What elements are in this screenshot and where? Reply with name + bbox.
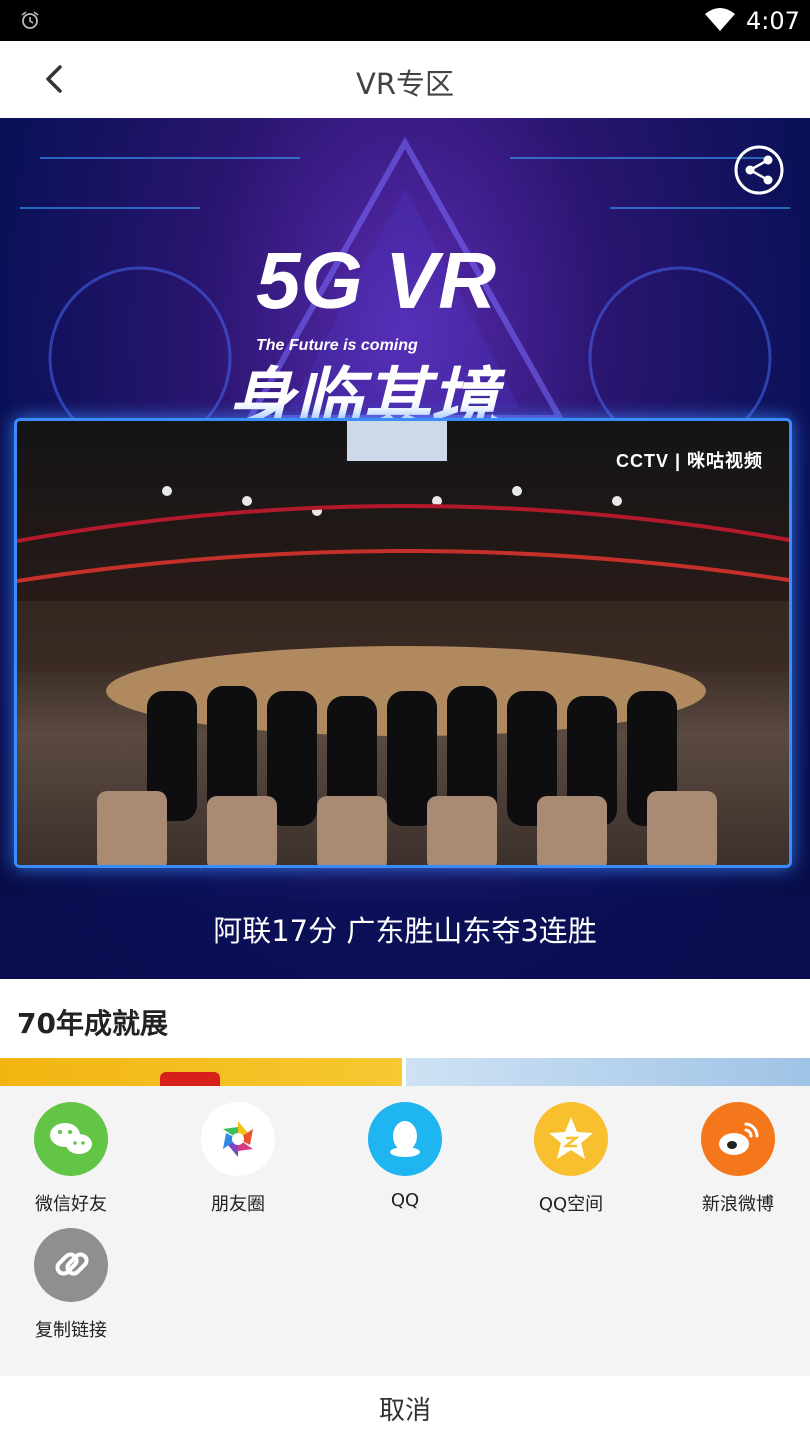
wechat-icon	[34, 1102, 108, 1176]
cancel-bar: 取消	[0, 1376, 810, 1440]
moments-icon	[201, 1102, 275, 1176]
share-label: QQ	[390, 1190, 420, 1211]
section-title: 70年成就展	[17, 1007, 168, 1040]
qzone-icon	[534, 1102, 608, 1176]
status-time: 4:07	[746, 7, 800, 35]
banner-title-art: 5G VR The Future is coming 身临其境	[216, 178, 596, 440]
share-sheet: 微信好友 朋友圈 QQ QQ空间 新浪微博 复制链接	[0, 1086, 810, 1376]
video-watermark: CCTV | 咪咕视频	[615, 451, 763, 471]
tagline-text: The Future is coming	[256, 337, 418, 354]
nav-bar: VR专区	[0, 41, 810, 118]
alarm-icon	[21, 11, 39, 29]
brand-line-text: 5G VR	[256, 236, 496, 325]
banner-caption: 阿联17分 广东胜山东夺3连胜	[213, 914, 597, 948]
share-label: 微信好友	[35, 1194, 107, 1215]
share-icon[interactable]	[733, 144, 785, 196]
share-weibo-button[interactable]: 新浪微博	[668, 1102, 808, 1216]
share-label: 朋友圈	[211, 1194, 265, 1215]
page-title: VR专区	[356, 67, 454, 101]
qq-icon	[368, 1102, 442, 1176]
status-bar: 4:07	[0, 0, 810, 41]
exhibition-thumbnails	[0, 1058, 810, 1088]
share-qq-button[interactable]: QQ	[335, 1102, 475, 1211]
share-label: 新浪微博	[702, 1194, 774, 1215]
share-label: QQ空间	[538, 1194, 604, 1215]
wifi-icon	[705, 8, 735, 31]
arena-scene-image	[17, 421, 789, 865]
share-moments-button[interactable]: 朋友圈	[168, 1102, 308, 1216]
share-wechat-button[interactable]: 微信好友	[1, 1102, 141, 1216]
vr-banner[interactable]: 5G VR The Future is coming 身临其境 CCTV | 咪…	[0, 118, 810, 979]
share-label: 复制链接	[35, 1320, 107, 1341]
cancel-button[interactable]: 取消	[0, 1390, 810, 1427]
weibo-icon	[701, 1102, 775, 1176]
vr-video-player[interactable]: CCTV | 咪咕视频	[14, 418, 792, 868]
share-qzone-button[interactable]: QQ空间	[501, 1102, 641, 1216]
thumbnail-card[interactable]	[406, 1058, 810, 1088]
copy-link-button[interactable]: 复制链接	[1, 1228, 141, 1342]
link-icon	[34, 1228, 108, 1302]
thumbnail-card[interactable]	[0, 1058, 402, 1088]
